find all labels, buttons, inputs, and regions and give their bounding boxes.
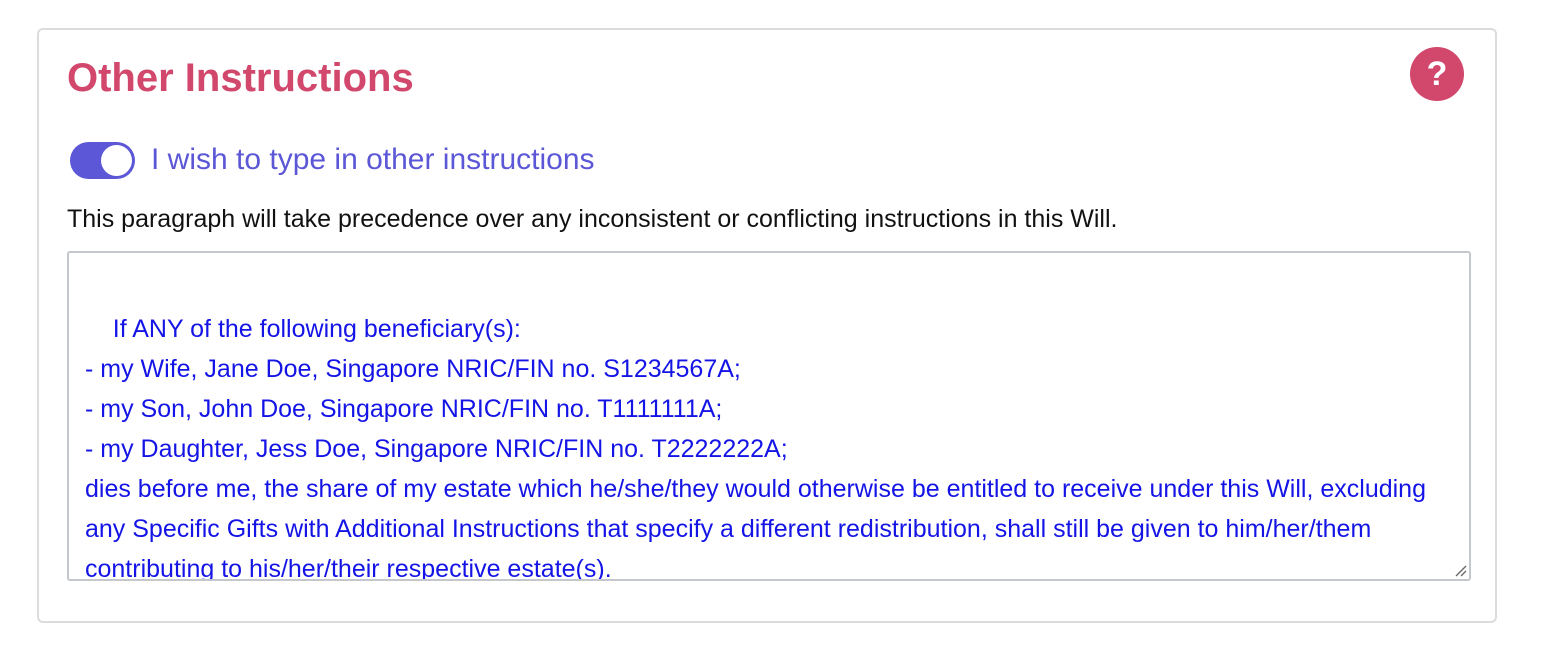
other-instructions-toggle-row: I wish to type in other instructions: [70, 140, 595, 180]
section-title: Other Instructions: [67, 56, 414, 100]
precedence-note: This paragraph will take precedence over…: [67, 205, 1118, 233]
textarea-content: If ANY of the following beneficiary(s): …: [85, 315, 1426, 581]
toggle-knob: [101, 144, 132, 176]
question-mark-icon: ?: [1426, 55, 1448, 93]
resize-grip-icon[interactable]: [1453, 563, 1467, 577]
toggle-label[interactable]: I wish to type in other instructions: [151, 140, 595, 180]
other-instructions-toggle[interactable]: [70, 141, 135, 179]
help-button[interactable]: ?: [1410, 47, 1464, 101]
other-instructions-card: Other Instructions ? I wish to type in o…: [37, 28, 1497, 623]
other-instructions-textarea[interactable]: If ANY of the following beneficiary(s): …: [67, 251, 1471, 581]
